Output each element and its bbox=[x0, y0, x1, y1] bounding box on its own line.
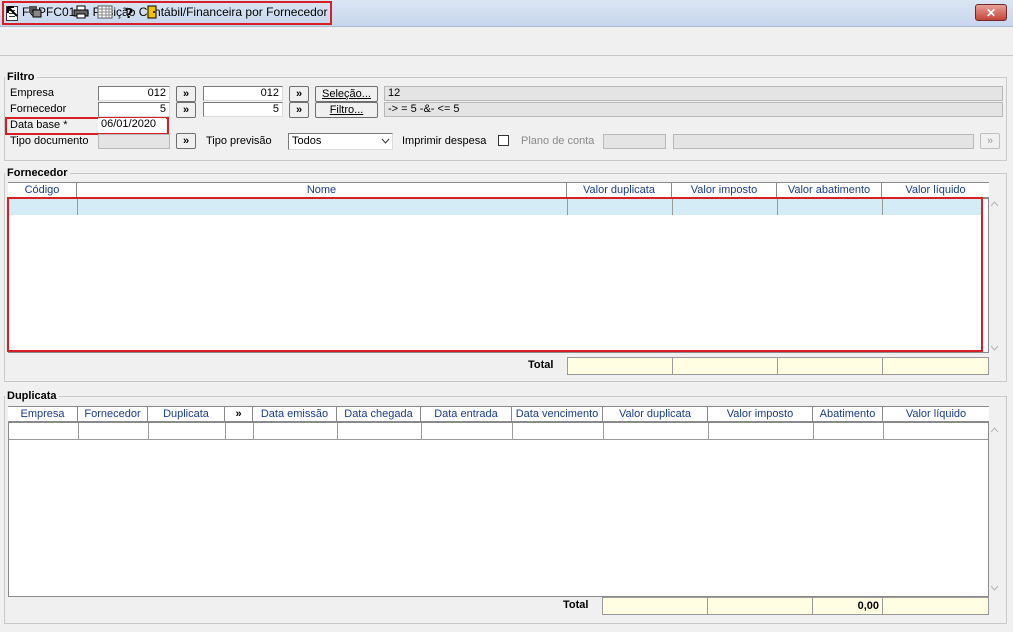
col-valor-abatimento[interactable]: Valor abatimento bbox=[777, 183, 882, 198]
fornecedor-total-valor-imposto bbox=[672, 357, 778, 375]
fornecedor-to-input[interactable]: 5 bbox=[203, 102, 283, 117]
fornecedor-total-valor-abatimento bbox=[777, 357, 883, 375]
selecao-display: 12 bbox=[384, 86, 1003, 101]
col-valor-duplicata[interactable]: Valor duplicata bbox=[567, 183, 672, 198]
col-codigo[interactable]: Código bbox=[8, 183, 77, 198]
col-valor-liquido[interactable]: Valor líquido bbox=[882, 183, 989, 198]
plano-conta-lookup-button: » bbox=[980, 133, 1000, 149]
tipo-documento-label: Tipo documento bbox=[10, 135, 89, 147]
plano-conta-desc-input bbox=[673, 134, 974, 149]
fornecedor-group-label: Fornecedor bbox=[5, 167, 70, 179]
duplicata-total-valor-duplicata bbox=[602, 597, 708, 615]
col-valor-liquido[interactable]: Valor líquido bbox=[883, 407, 989, 422]
col-data-entrada[interactable]: Data entrada bbox=[421, 407, 512, 422]
col-valor-duplicata[interactable]: Valor duplicata bbox=[603, 407, 708, 422]
row-cell[interactable] bbox=[814, 423, 884, 439]
tipo-previsao-label: Tipo previsão bbox=[206, 135, 272, 147]
col-data-emissao[interactable]: Data emissão bbox=[253, 407, 337, 422]
row-cell[interactable] bbox=[9, 423, 79, 439]
col-valor-imposto[interactable]: Valor imposto bbox=[708, 407, 813, 422]
row-cell[interactable] bbox=[513, 423, 604, 439]
empresa-to-lookup-button[interactable]: » bbox=[289, 86, 309, 102]
fornecedor-from-lookup-button[interactable]: » bbox=[176, 102, 196, 118]
selecao-button[interactable]: Seleção... bbox=[315, 86, 378, 102]
col-fornecedor[interactable]: Fornecedor bbox=[78, 407, 148, 422]
scroll-down-icon[interactable] bbox=[990, 344, 999, 354]
duplicata-total-valor-imposto bbox=[707, 597, 813, 615]
empresa-from-lookup-button[interactable]: » bbox=[176, 86, 196, 102]
duplicata-grid[interactable] bbox=[8, 422, 989, 597]
tipo-documento-input[interactable] bbox=[98, 134, 170, 149]
row-cell[interactable] bbox=[149, 423, 226, 439]
tipo-previsao-value: Todos bbox=[292, 135, 322, 147]
calendar-icon[interactable] bbox=[96, 5, 114, 23]
duplicata-table-header: Empresa Fornecedor Duplicata » Data emis… bbox=[8, 406, 989, 422]
fornecedor-grid-highlight bbox=[7, 197, 983, 352]
plano-conta-code-input bbox=[603, 134, 666, 149]
scroll-down-icon[interactable] bbox=[990, 584, 999, 594]
fornecedor-to-lookup-button[interactable]: » bbox=[289, 102, 309, 118]
tipo-previsao-select[interactable]: Todos bbox=[288, 133, 393, 150]
col-data-vencimento[interactable]: Data vencimento bbox=[512, 407, 603, 422]
col-data-chegada[interactable]: Data chegada bbox=[337, 407, 421, 422]
scroll-up-icon[interactable] bbox=[990, 426, 999, 436]
fornecedor-total-valor-liquido bbox=[882, 357, 989, 375]
fornecedor-table-header: Código Nome Valor duplicata Valor impost… bbox=[8, 182, 989, 198]
col-empresa[interactable]: Empresa bbox=[8, 407, 78, 422]
fornecedor-total-label: Total bbox=[528, 359, 554, 371]
help-icon[interactable]: ? bbox=[120, 5, 138, 23]
toolbar bbox=[0, 27, 1013, 56]
row-cell[interactable] bbox=[709, 423, 814, 439]
row-cell[interactable] bbox=[226, 423, 254, 439]
col-duplicata[interactable]: Duplicata bbox=[148, 407, 225, 422]
imprimir-despesa-label: Imprimir despesa bbox=[402, 135, 487, 147]
empresa-to-input[interactable]: 012 bbox=[203, 86, 283, 101]
row-cell[interactable] bbox=[79, 423, 149, 439]
scroll-up-icon[interactable] bbox=[990, 200, 999, 210]
table-row[interactable] bbox=[9, 423, 988, 440]
duplicata-total-label: Total bbox=[563, 599, 589, 611]
empresa-from-input[interactable]: 012 bbox=[98, 86, 170, 101]
data-base-input[interactable]: 06/01/2020 bbox=[98, 118, 166, 133]
empresa-label: Empresa bbox=[10, 87, 55, 99]
filtro-button[interactable]: Filtro... bbox=[315, 102, 378, 118]
row-cell[interactable] bbox=[422, 423, 513, 439]
close-button[interactable]: ✕ bbox=[975, 4, 1007, 21]
row-cell[interactable] bbox=[338, 423, 422, 439]
data-base-label: Data base * bbox=[10, 119, 68, 131]
duplicata-group-label: Duplicata bbox=[5, 390, 59, 402]
filtro-display: -> = 5 -&- <= 5 bbox=[384, 102, 1003, 117]
col-valor-imposto[interactable]: Valor imposto bbox=[672, 183, 777, 198]
exit-door-icon[interactable] bbox=[143, 5, 161, 23]
imprimir-despesa-checkbox[interactable] bbox=[498, 135, 509, 146]
row-cell[interactable] bbox=[254, 423, 338, 439]
tipo-documento-lookup-button[interactable]: » bbox=[176, 133, 196, 149]
arrow-in-icon[interactable] bbox=[4, 5, 22, 23]
chevron-down-icon bbox=[381, 134, 390, 153]
fornecedor-total-valor-duplicata bbox=[567, 357, 673, 375]
row-cell[interactable] bbox=[604, 423, 709, 439]
print-icon[interactable] bbox=[72, 5, 90, 23]
col-abatimento[interactable]: Abatimento bbox=[813, 407, 883, 422]
filtro-group-label: Filtro bbox=[5, 71, 37, 83]
col-expand[interactable]: » bbox=[225, 407, 253, 422]
fornecedor-label: Fornecedor bbox=[10, 103, 67, 115]
col-nome[interactable]: Nome bbox=[77, 183, 567, 198]
fornecedor-from-input[interactable]: 5 bbox=[98, 102, 170, 117]
duplicata-total-abatimento: 0,00 bbox=[812, 597, 883, 615]
duplicata-total-valor-liquido bbox=[882, 597, 989, 615]
window-title: FCPFC014 - Posição Contábil/Financeira p… bbox=[22, 5, 328, 19]
plano-conta-label: Plano de conta bbox=[521, 135, 595, 147]
window-icon[interactable] bbox=[26, 5, 44, 23]
